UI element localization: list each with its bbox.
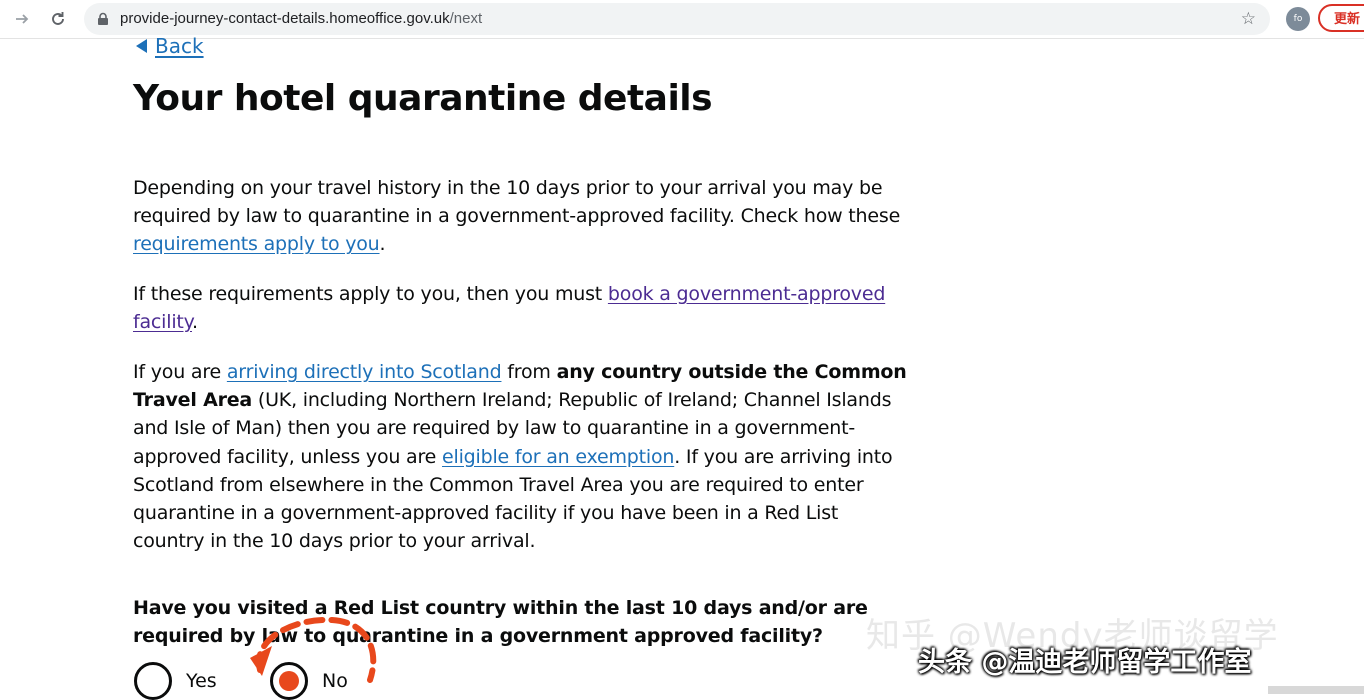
reload-icon[interactable] bbox=[46, 7, 70, 31]
toutiao-watermark: 头条 @温迪老师留学工作室 bbox=[918, 647, 1252, 678]
exemption-link[interactable]: eligible for an exemption bbox=[442, 446, 674, 468]
scotland-paragraph: If you are arriving directly into Scotla… bbox=[133, 358, 913, 555]
back-link[interactable]: Back bbox=[136, 34, 204, 58]
url-domain: provide-journey-contact-details.homeoffi… bbox=[120, 10, 450, 27]
bookmark-star-icon[interactable]: ☆ bbox=[1241, 9, 1256, 29]
scotland-link[interactable]: arriving directly into Scotland bbox=[227, 361, 502, 383]
annotation-circle-icon bbox=[250, 616, 377, 683]
booking-paragraph: If these requirements apply to you, then… bbox=[133, 280, 913, 336]
booking-end: . bbox=[192, 311, 198, 334]
lock-icon[interactable] bbox=[96, 12, 110, 26]
address-bar[interactable]: provide-journey-contact-details.homeoffi… bbox=[84, 3, 1270, 35]
intro-paragraph: Depending on your travel history in the … bbox=[133, 174, 913, 259]
page-title: Your hotel quarantine details bbox=[133, 78, 713, 119]
url-text[interactable]: provide-journey-contact-details.homeoffi… bbox=[120, 10, 482, 27]
back-link-label: Back bbox=[155, 34, 204, 58]
intro-text: Depending on your travel history in the … bbox=[133, 177, 901, 228]
corner-strip bbox=[1268, 686, 1364, 694]
update-button[interactable]: 更新 bbox=[1318, 4, 1364, 32]
radio-yes-label: Yes bbox=[186, 670, 217, 692]
intro-end: . bbox=[379, 233, 386, 256]
radio-yes[interactable]: Yes bbox=[134, 662, 217, 700]
back-arrow-icon bbox=[136, 39, 147, 53]
url-path: /next bbox=[449, 10, 483, 27]
requirements-link[interactable]: requirements apply to you bbox=[133, 233, 380, 255]
radio-yes-circle[interactable] bbox=[134, 662, 172, 700]
booking-text: If these requirements apply to you, then… bbox=[133, 283, 608, 305]
forward-icon[interactable] bbox=[10, 7, 34, 31]
scotland-text-a: If you are bbox=[133, 361, 227, 383]
browser-toolbar: provide-journey-contact-details.homeoffi… bbox=[0, 0, 1364, 39]
profile-avatar[interactable]: fo bbox=[1286, 7, 1310, 31]
scotland-text-b: from bbox=[501, 361, 557, 383]
